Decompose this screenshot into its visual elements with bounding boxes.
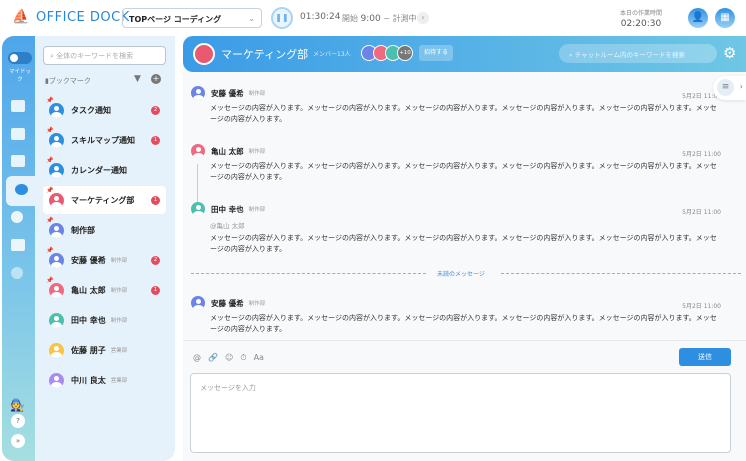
avatar [49, 192, 64, 208]
my-dock-label: マイドック [8, 69, 31, 83]
avatar [49, 282, 64, 298]
avatar [49, 252, 64, 268]
room-search-input[interactable]: ⌕ チャットルーム内のキーワードを検索 [559, 44, 717, 63]
message: 安藤 優希 制作部 5月2日 11:00 メッセージの内容が入ります。メッセージの内容… [191, 296, 721, 335]
message: 安藤 優希 制作部 5月2日 11:00 メッセージの内容が入ります。メッセージの内容… [191, 86, 721, 125]
avatar [49, 132, 64, 148]
chevron-right-button[interactable]: › [417, 12, 429, 24]
book-icon[interactable] [11, 100, 25, 112]
list-item[interactable]: 📌 亀山 太郎 制作部 1 [43, 276, 166, 304]
list-item[interactable]: 中川 良太 営業部 [43, 366, 166, 394]
room-header: マーケティング部 メンバー13人 +10 招待する ⌕ チャットルーム内のキーワ… [183, 36, 746, 72]
unread-badge: 2 [151, 255, 160, 265]
format-icon[interactable]: Aa [254, 353, 264, 363]
message-input[interactable]: メッセージを入力 [190, 373, 731, 453]
chat-icon [15, 184, 28, 195]
composer: @ 🔗 ☺ ⏱ Aa 送信 メッセージを入力 [183, 340, 746, 461]
logo[interactable]: ⛵ OFFICE DOCK [12, 9, 130, 25]
chevron-right-icon: › [739, 82, 743, 91]
list-item[interactable]: 📌 カレンダー通知 [43, 156, 166, 184]
list-item[interactable]: 📌 タスク通知 2 [43, 96, 166, 124]
list-item[interactable]: 📌 スキルマップ通知 1 [43, 126, 166, 154]
compass-icon[interactable] [11, 267, 23, 279]
chat-nav-selected[interactable] [6, 176, 37, 206]
global-search-input[interactable]: ⌕ 全体のキーワードを検索 [43, 46, 166, 65]
icon-rail: マイドック 🧑‍🔧 ? » [2, 36, 37, 461]
filter-icon[interactable]: ▼ [134, 74, 141, 84]
my-dock-toggle[interactable] [8, 52, 32, 64]
send-button[interactable]: 送信 [679, 348, 731, 366]
emoji-icon[interactable]: ☺ [225, 353, 233, 363]
list-item[interactable]: 佐藤 朋子 営業部 [43, 336, 166, 364]
stamp-icon[interactable]: ⏱ [240, 353, 246, 363]
help-button[interactable]: ? [11, 414, 25, 428]
invite-button[interactable]: 招待する [419, 45, 453, 61]
unread-badge: 2 [151, 105, 160, 115]
avatar [191, 144, 205, 158]
avatar [49, 162, 64, 178]
start-info: 開始 9:00 ~ 計測中 [342, 14, 417, 24]
mascot-icon: 🧑‍🔧 [10, 398, 25, 412]
list-icon[interactable] [11, 128, 25, 140]
mention[interactable]: @亀山 太郎 [210, 220, 721, 230]
avatar [49, 342, 64, 358]
bookmark-label: ▮ブックマーク [45, 77, 91, 85]
link-icon[interactable]: 🔗 [208, 353, 218, 363]
list-item[interactable]: 📌 制作部 [43, 216, 166, 244]
message: 亀山 太郎 制作部 5月2日 11:00 メッセージの内容が入ります。メッセージの内容… [191, 144, 721, 183]
avatar [191, 86, 205, 100]
more-members[interactable]: +10 [397, 45, 413, 61]
project-select[interactable]: TOPページ コーディング ⌄ [122, 8, 262, 28]
room-title: マーケティング部 [221, 48, 309, 61]
menu-icon: ≡ [717, 79, 734, 96]
mention-icon[interactable]: @ [193, 353, 201, 363]
list-item[interactable]: 📌 安藤 優希 制作部 2 [43, 246, 166, 274]
user-avatar-button[interactable]: 👤 [688, 8, 708, 28]
company-button[interactable]: ▦ [715, 8, 735, 28]
list-item[interactable]: 📌 マーケティング部 1 [43, 186, 166, 214]
avatar [49, 312, 64, 328]
unread-badge: 1 [151, 285, 160, 295]
avatar [191, 296, 205, 310]
top-bar: ⛵ OFFICE DOCK TOPページ コーディング ⌄ ❚❚ 01:30:24 … [0, 0, 746, 36]
avatar [191, 202, 205, 216]
pause-button[interactable]: ❚❚ [271, 7, 293, 29]
member-count[interactable]: メンバー13人 [313, 49, 351, 58]
avatar [49, 372, 64, 388]
calendar-icon[interactable] [11, 155, 25, 167]
add-icon[interactable]: + [151, 74, 161, 84]
sidebar: ⌕ 全体のキーワードを検索 ▮ブックマーク ▼ + 📌 タスク通知 2 📌 スキルマップ… [35, 36, 175, 461]
chat-main: マーケティング部 メンバー13人 +10 招待する ⌕ チャットルーム内のキーワ… [183, 36, 746, 461]
unread-divider: 未読のメッセージ [191, 269, 741, 278]
avatar [49, 102, 64, 118]
report-icon[interactable] [11, 239, 25, 251]
pie-chart-icon[interactable] [11, 211, 23, 223]
unread-badge: 1 [151, 195, 160, 205]
gear-icon[interactable]: ⚙ [723, 44, 736, 62]
side-menu-toggle[interactable]: ≡ › [713, 76, 746, 100]
logo-icon: ⛵ [12, 9, 30, 25]
avatar [49, 222, 64, 238]
unread-badge: 1 [151, 135, 160, 145]
chevron-down-icon: ⌄ [248, 14, 255, 23]
group-icon [193, 43, 215, 65]
work-time: 本日の作業時間 02:20:30 [620, 10, 663, 29]
expand-button[interactable]: » [11, 434, 25, 448]
message: 田中 幸也 制作部 5月2日 11:00 @亀山 太郎 メッセージの内容が入ります。メッ… [191, 202, 721, 255]
timer: 01:30:24 [300, 12, 341, 22]
list-item[interactable]: 田中 幸也 制作部 [43, 306, 166, 334]
